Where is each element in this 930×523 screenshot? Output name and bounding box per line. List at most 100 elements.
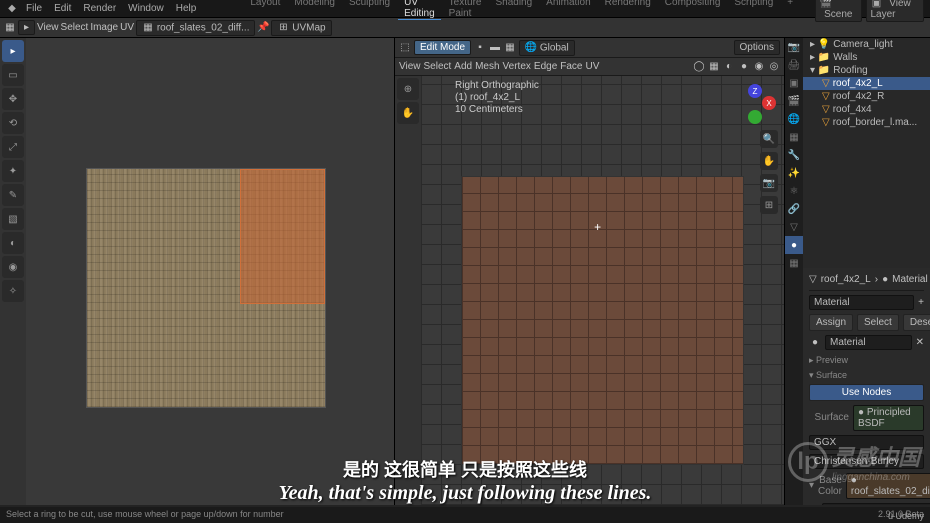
measure-tool[interactable]: ▧ xyxy=(2,208,24,230)
3d-menu-edge[interactable]: Edge xyxy=(534,61,557,72)
tab-texturepaint[interactable]: Texture Paint xyxy=(443,0,488,20)
3d-viewport[interactable]: Right Orthographic (1) roof_4x2_L 10 Cen… xyxy=(421,76,784,505)
preview-section[interactable]: ▸ Preview xyxy=(809,352,924,367)
ptab-render[interactable]: 📷 xyxy=(785,38,803,56)
ptab-modifier[interactable]: 🔧 xyxy=(785,146,803,164)
uv-menu-image[interactable]: Image xyxy=(90,22,118,33)
use-nodes-button[interactable]: Use Nodes xyxy=(809,384,924,401)
scene-selector[interactable]: 🎬 Scene xyxy=(815,0,861,22)
outliner-item-roof4x2r[interactable]: ▽ roof_4x2_R xyxy=(803,90,930,103)
uvmap-selector[interactable]: ⊞ UVMap xyxy=(271,20,331,36)
surface-section[interactable]: ▾ Surface xyxy=(809,367,924,382)
shading-wire-icon[interactable]: ◐ xyxy=(723,61,735,73)
uv-menu-uv[interactable]: UV xyxy=(120,22,134,33)
tab-animation[interactable]: Animation xyxy=(540,0,596,20)
shading-matcap-icon[interactable]: ◉ xyxy=(753,61,765,73)
camera-icon[interactable]: 📷 xyxy=(760,174,778,192)
cursor-tool[interactable]: ▸ xyxy=(2,40,24,62)
viewlayer-selector[interactable]: ▣ View Layer xyxy=(866,0,925,22)
ptab-mesh[interactable]: ▽ xyxy=(785,218,803,236)
zoom-icon[interactable]: 🔍 xyxy=(760,130,778,148)
ptab-viewlayer[interactable]: ▣ xyxy=(785,74,803,92)
pan-icon[interactable]: ✋ xyxy=(760,152,778,170)
select-box-tool[interactable]: ▭ xyxy=(2,64,24,86)
shading-solid-icon[interactable]: ● xyxy=(738,61,750,73)
ptab-object[interactable]: ▦ xyxy=(785,128,803,146)
outliner-item-roofing[interactable]: ▾ 📁 Roofing xyxy=(803,64,930,77)
uv-menu-select[interactable]: Select xyxy=(61,22,89,33)
3d-menu-view[interactable]: View xyxy=(399,61,421,72)
menu-edit[interactable]: Edit xyxy=(50,2,75,15)
menu-file[interactable]: File xyxy=(22,2,46,15)
outliner-item-roofborder[interactable]: ▽ roof_border_l.ma... xyxy=(803,116,930,129)
surface-shader[interactable]: ● Principled BSDF xyxy=(853,405,924,431)
3d-cursor-tool[interactable]: ⊕ xyxy=(397,78,419,100)
outliner-item-roof4x4[interactable]: ▽ roof_4x4 xyxy=(803,103,930,116)
ptab-scene[interactable]: 🎬 xyxy=(785,92,803,110)
mode-selector[interactable]: Edit Mode xyxy=(414,40,471,55)
overlay-icon[interactable]: ◯ xyxy=(693,61,705,73)
tab-uvediting[interactable]: UV Editing xyxy=(398,0,441,20)
tab-modeling[interactable]: Modeling xyxy=(288,0,341,20)
xray-icon[interactable]: ▦ xyxy=(708,61,720,73)
grab-tool[interactable]: ◉ xyxy=(2,256,24,278)
rotate-tool[interactable]: ⟲ xyxy=(2,112,24,134)
new-mat[interactable]: ✕ xyxy=(916,337,924,348)
options-dropdown[interactable]: Options xyxy=(734,40,780,55)
uv-viewport[interactable] xyxy=(26,38,394,505)
image-selector[interactable]: ▦ roof_slates_02_diff... xyxy=(136,20,255,36)
ptab-world[interactable]: 🌐 xyxy=(785,110,803,128)
axis-z[interactable]: Z xyxy=(748,84,762,98)
ptab-physics[interactable]: ⚛ xyxy=(785,182,803,200)
move-tool[interactable]: ✥ xyxy=(2,88,24,110)
burley-dropdown[interactable]: Christensen-Burley xyxy=(809,454,924,469)
add-slot[interactable]: + xyxy=(918,297,924,308)
annotate-tool[interactable]: ✎ xyxy=(2,184,24,206)
editor-type-icon[interactable]: ▦ xyxy=(4,22,16,34)
axis-x[interactable]: X xyxy=(762,96,776,110)
outliner-item-roof4x2l[interactable]: ▽ roof_4x2_L xyxy=(803,77,930,90)
uv-mode[interactable]: ▸ xyxy=(18,20,35,35)
ptab-output[interactable]: 🖨 xyxy=(785,56,803,74)
vert-select-icon[interactable]: ▪ xyxy=(474,42,486,54)
3d-menu-uv[interactable]: UV xyxy=(586,61,600,72)
shading-render-icon[interactable]: ◎ xyxy=(768,61,780,73)
menu-render[interactable]: Render xyxy=(79,2,120,15)
rip-tool[interactable]: ◐ xyxy=(2,232,24,254)
3d-menu-vertex[interactable]: Vertex xyxy=(503,61,531,72)
deselect-button[interactable]: Deselect xyxy=(903,314,930,331)
select-button[interactable]: Select xyxy=(857,314,899,331)
tab-sculpting[interactable]: Sculpting xyxy=(343,0,396,20)
ptab-texture[interactable]: ▦ xyxy=(785,254,803,272)
pinch-tool[interactable]: ✧ xyxy=(2,280,24,302)
menu-help[interactable]: Help xyxy=(172,2,201,15)
basecolor-tex[interactable]: ● roof_slates_02_diff_4k... xyxy=(846,473,930,499)
tab-rendering[interactable]: Rendering xyxy=(599,0,657,20)
transform-tool[interactable]: ✦ xyxy=(2,160,24,182)
3d-menu-add[interactable]: Add xyxy=(454,61,472,72)
face-select-icon[interactable]: ▦ xyxy=(504,42,516,54)
ggx-dropdown[interactable]: GGX xyxy=(809,435,924,450)
pin-icon[interactable]: 📌 xyxy=(257,22,269,34)
scale-tool[interactable]: ⤢ xyxy=(2,136,24,158)
uv-menu-view[interactable]: View xyxy=(37,22,59,33)
edge-select-icon[interactable]: ▬ xyxy=(489,42,501,54)
tab-compositing[interactable]: Compositing xyxy=(659,0,727,20)
axis-y[interactable] xyxy=(748,110,762,124)
3d-hand-tool[interactable]: ✋ xyxy=(397,102,419,124)
3d-menu-face[interactable]: Face xyxy=(560,61,582,72)
ptab-particle[interactable]: ✨ xyxy=(785,164,803,182)
material-slot[interactable]: Material xyxy=(809,295,914,310)
3d-menu-mesh[interactable]: Mesh xyxy=(475,61,499,72)
editor-3d-icon[interactable]: ⬚ xyxy=(399,42,411,54)
tab-scripting[interactable]: Scripting xyxy=(728,0,779,20)
tab-add[interactable]: + xyxy=(781,0,799,20)
assign-button[interactable]: Assign xyxy=(809,314,853,331)
axis-gizmo[interactable]: X Z xyxy=(736,84,776,124)
menu-window[interactable]: Window xyxy=(124,2,168,15)
tab-layout[interactable]: Layout xyxy=(244,0,286,20)
3d-menu-select[interactable]: Select xyxy=(424,61,452,72)
outliner-item-camera[interactable]: ▸ 💡 Camera_light xyxy=(803,38,930,51)
ptab-material[interactable]: ● xyxy=(785,236,803,254)
tab-shading[interactable]: Shading xyxy=(489,0,538,20)
